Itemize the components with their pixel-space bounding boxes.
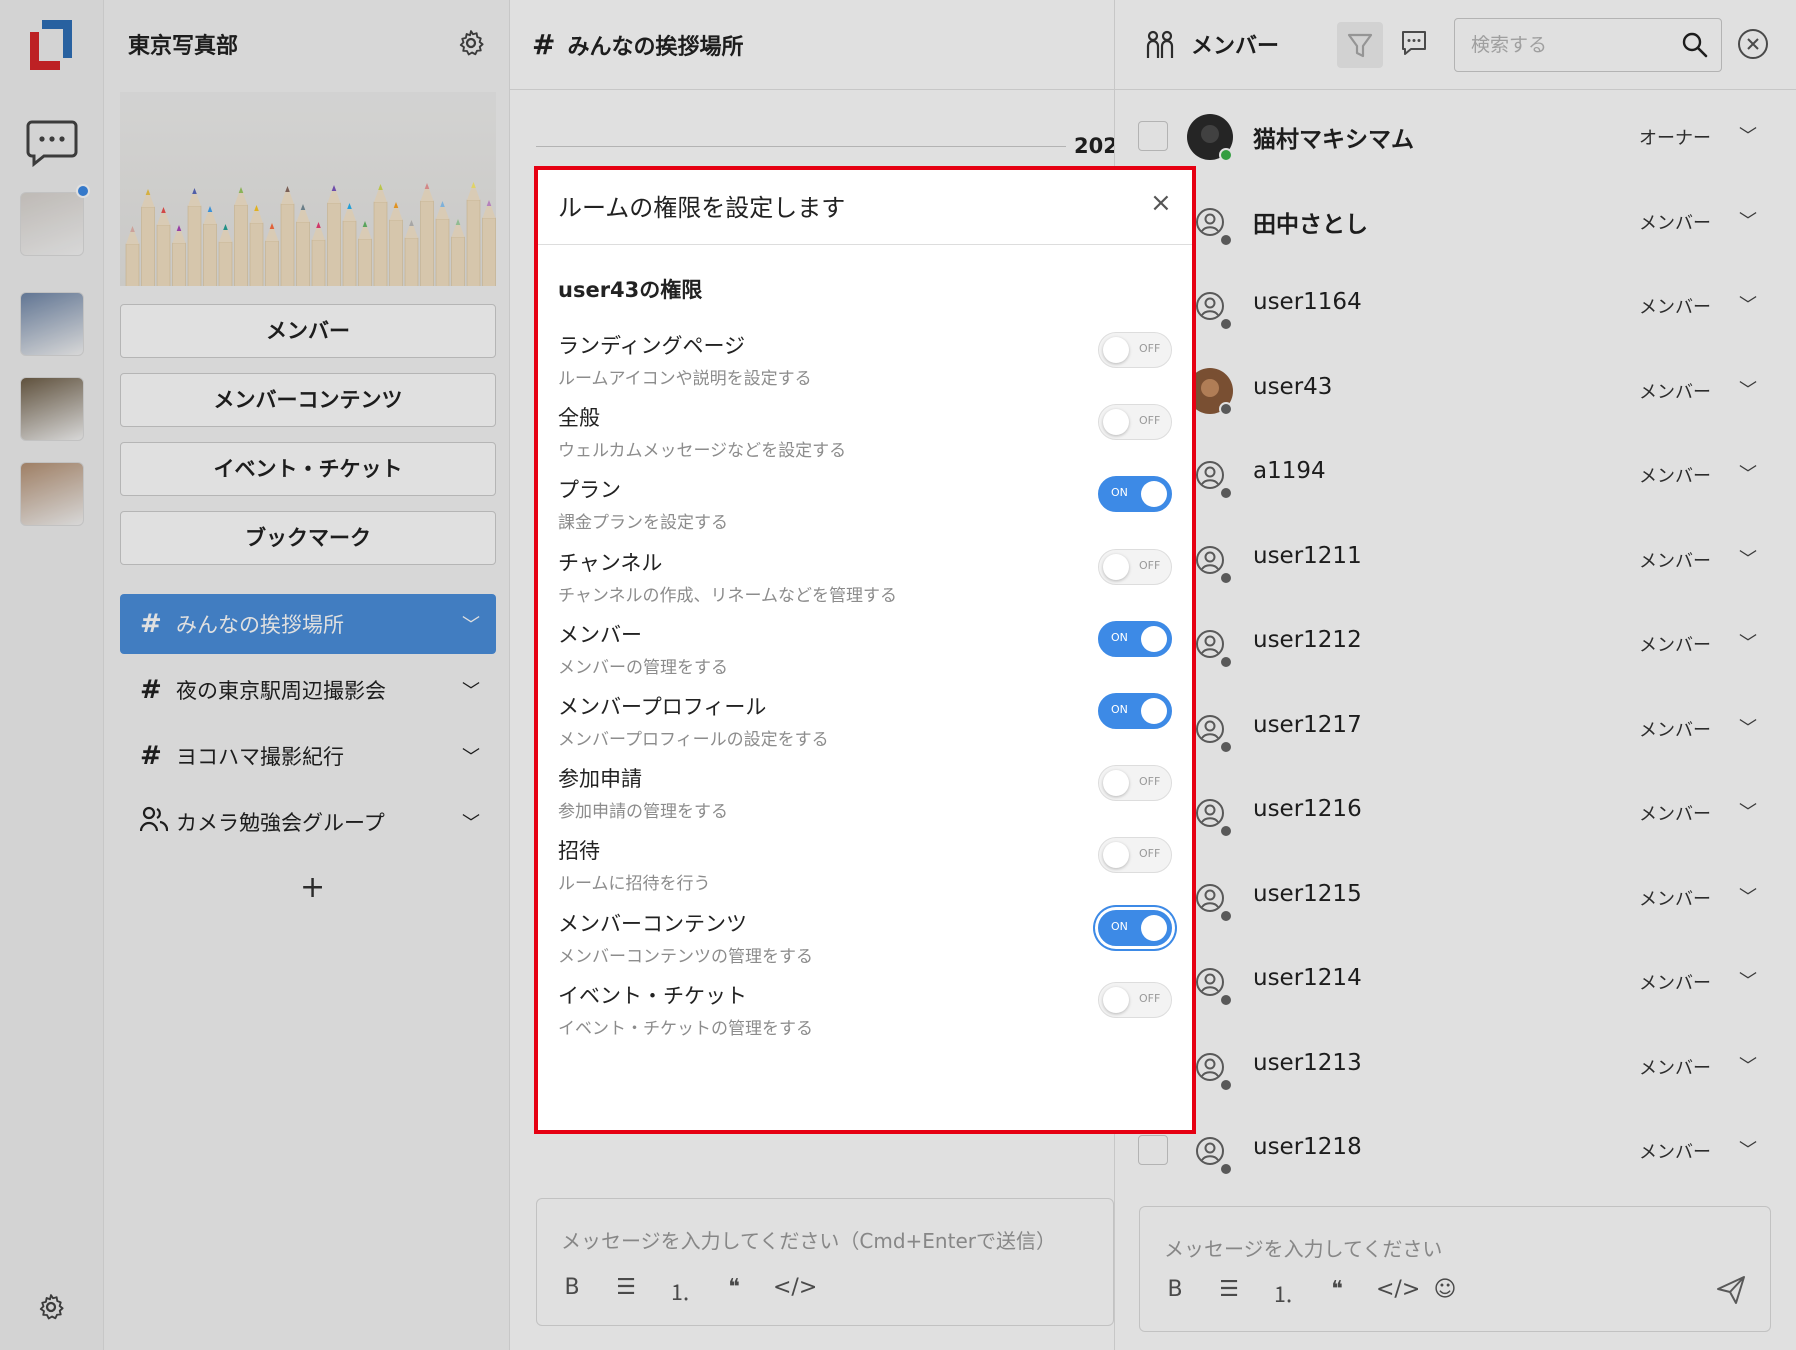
toggle-state-label: ON <box>1111 630 1128 644</box>
permission-item: イベント・チケットイベント・チケットの管理をする OFF <box>538 980 1192 1062</box>
permission-title: 参加申請 <box>558 767 642 792</box>
permission-description: ルームに招待を行う <box>558 874 711 895</box>
permission-title: 招待 <box>558 839 600 864</box>
permission-item: 招待ルームに招待を行う OFF <box>538 835 1192 917</box>
toggle-knob <box>1103 337 1129 363</box>
permission-title: 全般 <box>558 406 600 431</box>
permission-description: 参加申請の管理をする <box>558 802 728 823</box>
permission-item: ランディングページルームアイコンや説明を設定する OFF <box>538 330 1192 412</box>
permission-description: メンバーコンテンツの管理をする <box>558 946 813 967</box>
toggle-state-label: OFF <box>1139 991 1161 1005</box>
toggle-state-label: OFF <box>1139 847 1161 861</box>
permission-description: チャンネルの作成、リネームなどを管理する <box>558 585 897 606</box>
permission-description: ルームアイコンや説明を設定する <box>558 369 812 389</box>
permission-title: メンバー <box>558 622 642 647</box>
toggle-knob <box>1103 553 1129 580</box>
permission-toggle[interactable]: OFF <box>1098 404 1172 441</box>
permission-toggle[interactable]: OFF <box>1098 981 1172 1018</box>
modal-header: ルームの権限を設定します × <box>538 170 1192 245</box>
permission-toggle[interactable]: OFF <box>1098 332 1172 368</box>
permission-toggle[interactable]: OFF <box>1098 837 1172 874</box>
toggle-state-label: OFF <box>1139 342 1161 355</box>
permission-toggle[interactable]: ON <box>1098 909 1172 946</box>
permission-title: チャンネル <box>558 550 663 575</box>
permission-toggle[interactable]: OFF <box>1098 765 1172 802</box>
permission-item: メンバーメンバーの管理をする ON <box>538 619 1192 701</box>
toggle-knob <box>1141 481 1167 508</box>
permission-description: 課金プランを設定する <box>558 513 728 534</box>
permission-description: メンバープロフィールの設定をする <box>558 730 829 750</box>
toggle-state-label: ON <box>1111 703 1128 716</box>
permission-toggle[interactable]: ON <box>1098 476 1172 513</box>
permission-title: メンバーコンテンツ <box>558 911 747 936</box>
permission-item: プラン課金プランを設定する ON <box>538 474 1192 556</box>
toggle-state-label: ON <box>1111 486 1128 500</box>
toggle-knob <box>1141 914 1167 941</box>
modal-title: ルームの権限を設定します <box>558 194 846 222</box>
permission-title: プラン <box>558 478 621 503</box>
permission-item: メンバーコンテンツメンバーコンテンツの管理をする ON <box>538 908 1192 990</box>
permission-toggle[interactable]: ON <box>1098 693 1172 729</box>
permission-item: チャンネルチャンネルの作成、リネームなどを管理する OFF <box>538 547 1192 629</box>
toggle-state-label: OFF <box>1139 558 1161 572</box>
permission-description: メンバーの管理をする <box>558 657 728 678</box>
toggle-state-label: OFF <box>1139 775 1161 789</box>
permission-description: ウェルカムメッセージなどを設定する <box>558 441 847 462</box>
toggle-knob <box>1103 409 1129 436</box>
permission-title: イベント・チケット <box>558 983 747 1008</box>
toggle-state-label: ON <box>1111 919 1128 933</box>
toggle-knob <box>1103 770 1129 797</box>
permission-toggle[interactable]: OFF <box>1098 548 1172 585</box>
permission-toggle[interactable]: ON <box>1098 620 1172 657</box>
permission-title: メンバープロフィール <box>558 695 767 719</box>
permission-item: 参加申請参加申請の管理をする OFF <box>538 763 1192 845</box>
permission-heading: user43の権限 <box>558 278 703 302</box>
close-icon[interactable]: × <box>1150 188 1172 218</box>
permission-item: 全般ウェルカムメッセージなどを設定する OFF <box>538 402 1192 484</box>
permission-title: ランディングページ <box>558 334 746 358</box>
toggle-state-label: OFF <box>1139 414 1161 428</box>
toggle-knob <box>1103 842 1129 869</box>
permission-description: イベント・チケットの管理をする <box>558 1018 813 1039</box>
toggle-knob <box>1141 625 1167 652</box>
toggle-knob <box>1141 698 1167 724</box>
permissions-modal: ルームの権限を設定します × user43の権限 ランディングページルームアイコ… <box>534 166 1196 1134</box>
toggle-knob <box>1103 986 1129 1013</box>
permission-item: メンバープロフィールメンバープロフィールの設定をする ON <box>538 691 1192 773</box>
